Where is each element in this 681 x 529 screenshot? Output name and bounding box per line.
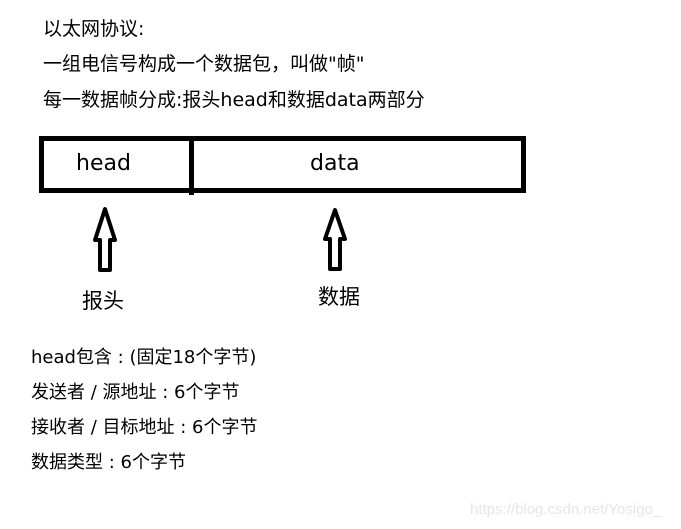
head-contents-title: head包含 : (固定18个字节) bbox=[31, 347, 257, 368]
data-type-line: 数据类型 : 6个字节 bbox=[31, 452, 186, 473]
up-arrow-icon bbox=[323, 208, 347, 271]
source-address-line: 发送者 / 源地址 : 6个字节 bbox=[31, 382, 240, 403]
intro-frame-parts: 每一数据帧分成:报头head和数据data两部分 bbox=[43, 89, 425, 111]
watermark: https://blog.csdn.net/Yosigo_ bbox=[470, 501, 662, 518]
data-callout-label: 数据 bbox=[318, 285, 360, 309]
head-callout-label: 报头 bbox=[82, 289, 124, 313]
up-arrow-icon bbox=[93, 207, 117, 272]
intro-frame-definition: 一组电信号构成一个数据包，叫做"帧" bbox=[43, 53, 365, 75]
ethernet-frame-box: head data bbox=[39, 136, 526, 195]
destination-address-line: 接收者 / 目标地址 : 6个字节 bbox=[31, 417, 258, 438]
frame-divider bbox=[189, 136, 194, 195]
frame-head-cell-label: head bbox=[76, 151, 131, 176]
frame-data-cell-label: data bbox=[310, 151, 360, 176]
intro-title: 以太网协议: bbox=[43, 18, 145, 40]
